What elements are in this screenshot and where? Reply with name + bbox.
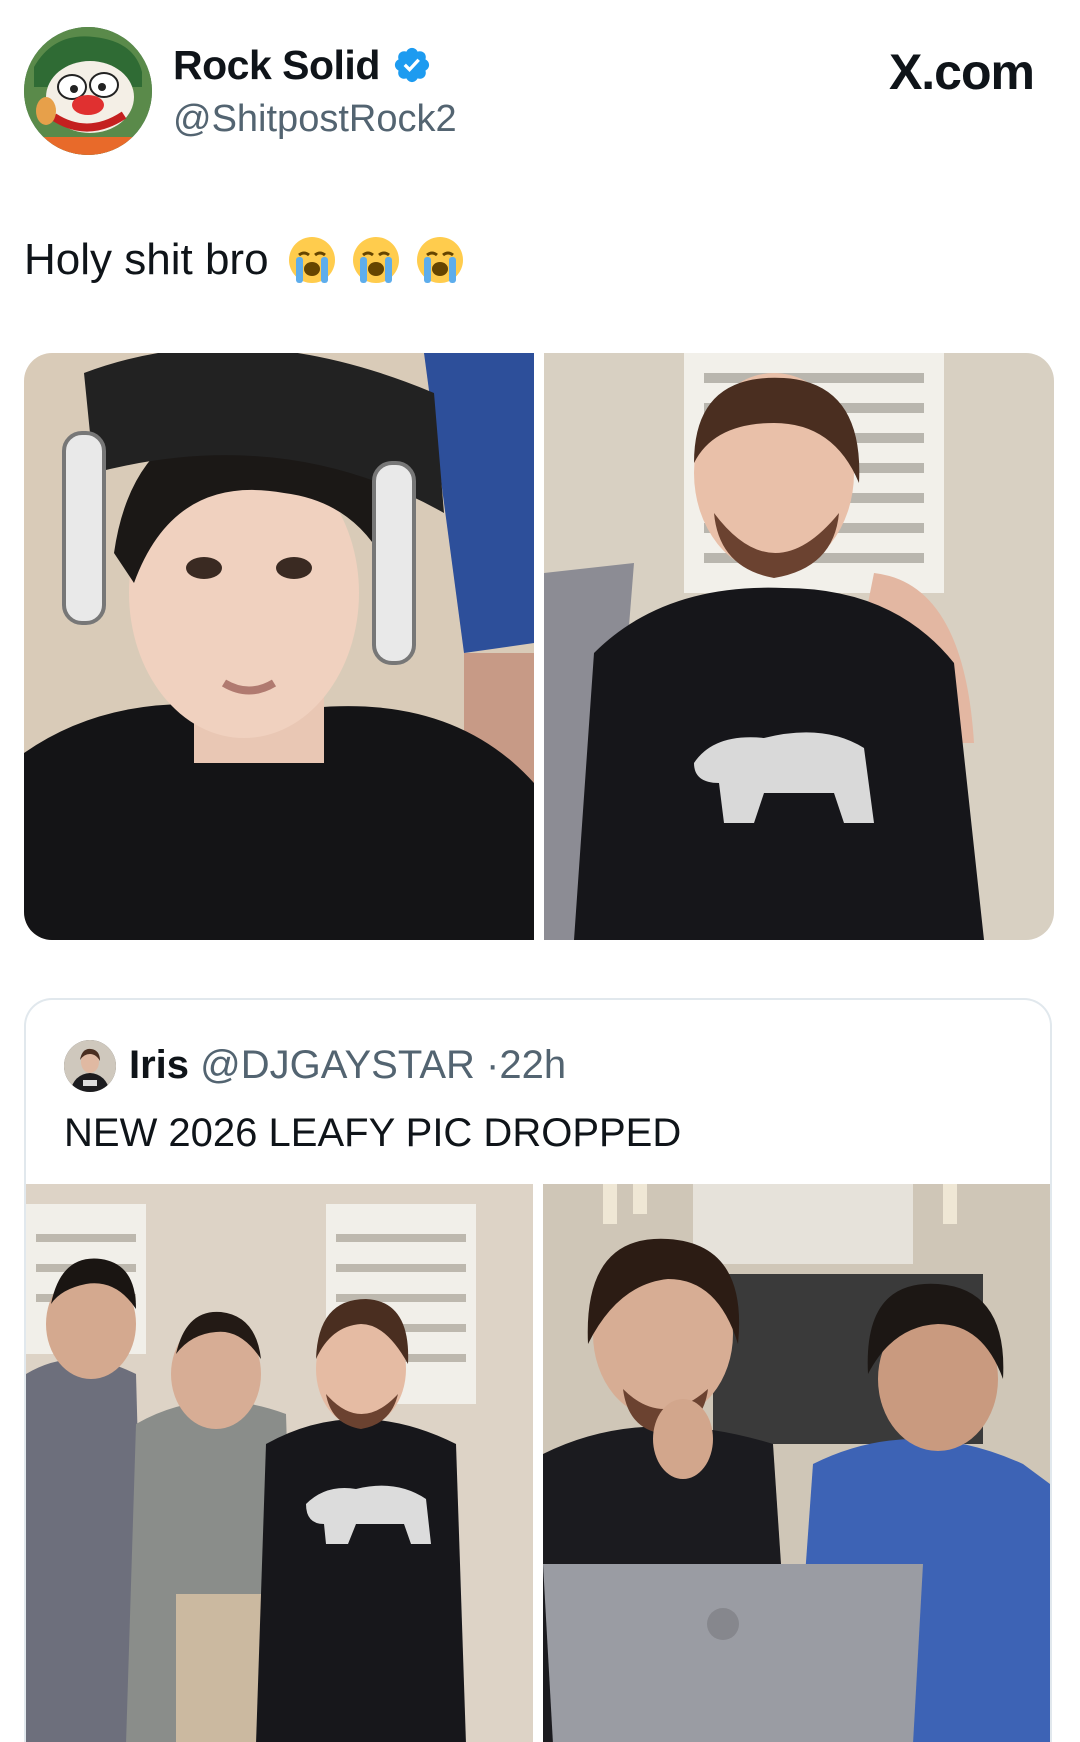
laptop-duo-photo [543,1184,1050,1742]
loudly-crying-face-icon [352,237,399,283]
post-media-grid [24,353,1054,940]
loudly-crying-face-icon [416,237,463,283]
quoted-photo-2[interactable] [543,1184,1050,1742]
quoted-photo-1[interactable] [26,1184,533,1742]
post-text: Holy shit bro [24,232,465,288]
loudly-crying-face-icon [288,237,335,283]
post-photo-1[interactable] [24,353,534,940]
verified-badge-icon [394,47,430,83]
site-label: X.com [888,44,1035,100]
author-display-name[interactable]: Rock Solid [173,40,380,90]
quoted-post-text: NEW 2026 LEAFY PIC DROPPED [64,1111,682,1155]
quoted-author-avatar[interactable] [64,1040,116,1092]
post-text-body: Holy shit bro [24,235,269,284]
quoted-handle[interactable]: @DJGAYSTAR [200,1043,475,1087]
headphones-selfie-photo [24,353,534,940]
group-of-three-photo [26,1184,533,1742]
quoted-post-card[interactable]: Iris @DJGAYSTAR ·22h NEW 2026 LEAFY PIC … [24,998,1052,1742]
quoted-media-grid [26,1184,1050,1742]
bear-hoodie-photo [544,353,1054,940]
quoted-display-name[interactable]: Iris [129,1043,189,1087]
quoted-timestamp[interactable]: 22h [499,1043,566,1087]
author-handle[interactable]: @ShitpostRock2 [173,96,457,142]
quoted-avatar-image [64,1040,116,1092]
post-photo-2[interactable] [544,353,1054,940]
quoted-post-header: Iris @DJGAYSTAR ·22h [129,1040,566,1090]
author-avatar[interactable] [24,27,152,155]
quoted-separator: · [486,1043,500,1087]
clown-avatar-image [24,27,152,155]
